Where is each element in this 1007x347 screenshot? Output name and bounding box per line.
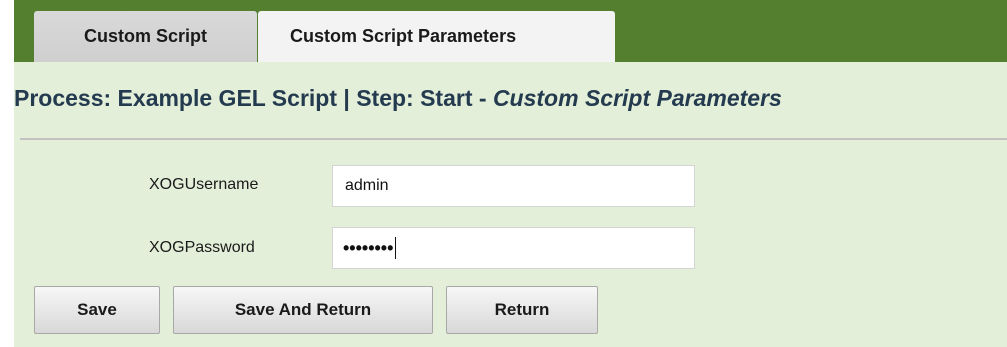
username-input[interactable] xyxy=(332,165,695,207)
username-label: XOGUsername xyxy=(149,176,259,193)
page-title-prefix: Process: Example GEL Script | Step: Star… xyxy=(14,85,493,111)
tab-custom-script-parameters[interactable]: Custom Script Parameters xyxy=(258,11,615,62)
tab-bar: Custom Script Custom Script Parameters xyxy=(14,0,1007,62)
password-input[interactable]: •••••••• xyxy=(332,227,695,269)
tab-custom-script[interactable]: Custom Script xyxy=(34,11,257,62)
password-label: XOGPassword xyxy=(149,239,255,256)
password-mask: •••••••• xyxy=(343,237,394,258)
save-and-return-button[interactable]: Save And Return xyxy=(173,286,433,334)
return-button[interactable]: Return xyxy=(446,286,598,334)
page-title: Process: Example GEL Script | Step: Star… xyxy=(14,79,1007,117)
save-button[interactable]: Save xyxy=(34,286,160,334)
text-caret xyxy=(395,237,397,259)
page-frame: Custom Script Custom Script Parameters P… xyxy=(14,0,1007,347)
page-title-italic: Custom Script Parameters xyxy=(492,85,782,111)
divider xyxy=(20,138,1007,140)
